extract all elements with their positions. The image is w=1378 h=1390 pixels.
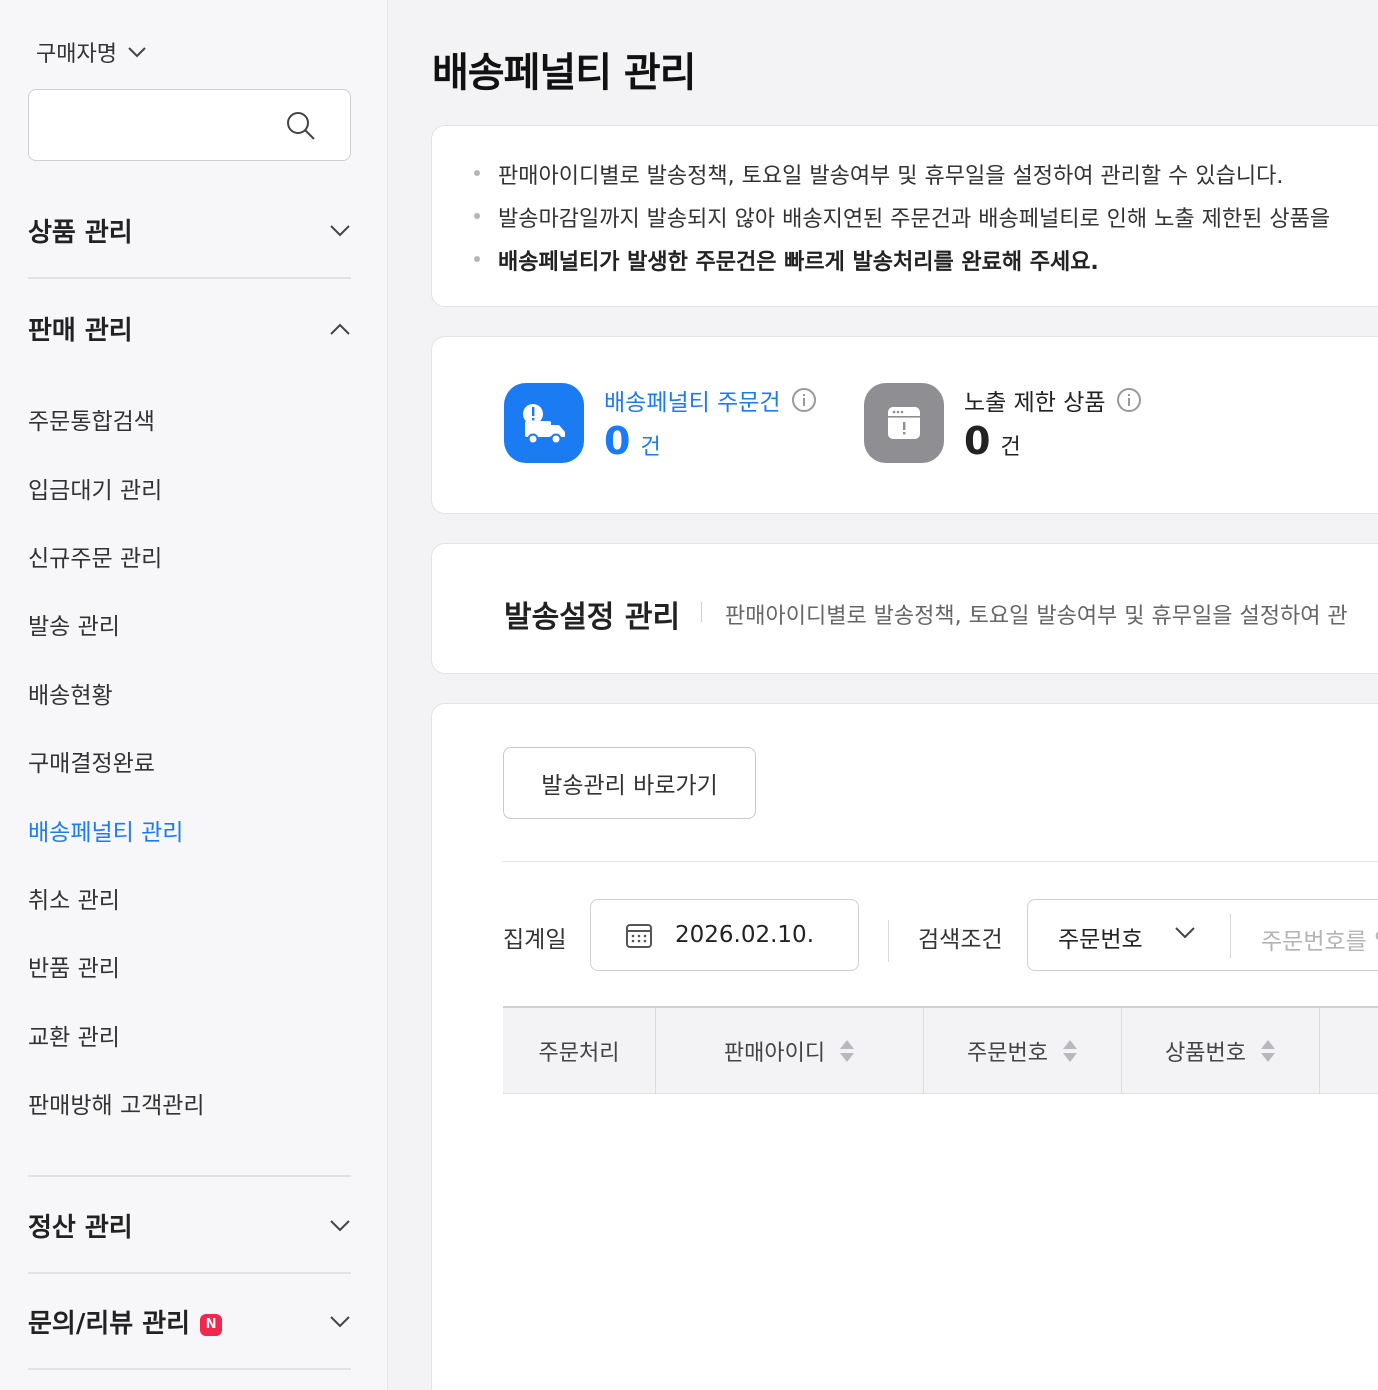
sidebar-section-sales[interactable]: 판매 관리 [28, 310, 351, 347]
sidebar-item-deposit-wait[interactable]: 입금대기 관리 [28, 471, 162, 505]
notice-card: 판매아이디별로 발송정책, 토요일 발송여부 및 휴무일을 설정하여 관리할 수… [431, 125, 1378, 307]
shipping-settings-card: 발송설정 관리 판매아이디별로 발송정책, 토요일 발송여부 및 휴무일을 설정… [431, 543, 1378, 674]
sidebar-item-exchange[interactable]: 교환 관리 [28, 1018, 120, 1052]
sidebar-divider [28, 1175, 351, 1177]
restricted-window-icon [864, 383, 944, 463]
order-number-input[interactable]: 주문번호를 입 [1261, 922, 1378, 956]
chevron-down-icon [128, 47, 146, 58]
stat-restricted-products[interactable]: 노출 제한 상품 0건 [864, 383, 1141, 463]
sidebar-section-label: 판매 관리 [28, 316, 133, 346]
condition-label: 검색조건 [918, 927, 1003, 953]
chevron-down-icon [330, 1219, 350, 1231]
column-label: 상품번호 [1165, 1041, 1246, 1066]
sidebar-section-label: 문의/리뷰 관리 [28, 1309, 191, 1339]
sidebar-section-label: 정산 관리 [28, 1213, 133, 1243]
sidebar-item-cancel[interactable]: 취소 관리 [28, 881, 120, 915]
select-separator [1230, 914, 1231, 958]
penalty-list-card: 발송관리 바로가기 집계일 2026.02.10. 검색조건 주문번호 주문번호… [431, 703, 1378, 1390]
search-condition-select[interactable]: 주문번호 [1058, 920, 1143, 954]
notice-item: 발송마감일까지 발송되지 않아 배송지연된 주문건과 배송페널티로 인해 노출 … [473, 201, 1330, 233]
sidebar-item-delivery-status[interactable]: 배송현황 [28, 676, 113, 710]
go-to-shipping-button[interactable]: 발송관리 바로가기 [503, 747, 756, 819]
sidebar-item-order-search[interactable]: 주문통합검색 [28, 402, 155, 436]
section-title: 발송설정 관리 [504, 600, 681, 635]
sort-icon[interactable] [1260, 1038, 1276, 1064]
search-icon[interactable] [286, 111, 316, 141]
chevron-down-icon [330, 1315, 350, 1327]
main-content: 배송페널티 관리 판매아이디별로 발송정책, 토요일 발송여부 및 휴무일을 설… [388, 0, 1378, 1390]
column-header-order-number[interactable]: 주문번호 [924, 1008, 1122, 1094]
sidebar-item-shipping[interactable]: 발송 관리 [28, 607, 120, 641]
delivery-truck-alert-icon [504, 383, 584, 463]
sidebar-divider [28, 1368, 351, 1370]
sidebar-search-input[interactable] [28, 89, 351, 161]
column-header-order-action: 주문처리 [503, 1008, 656, 1094]
table-header: 주문처리 판매아이디 주문번호 상품번호 [503, 1006, 1378, 1094]
new-badge: N [200, 1313, 223, 1336]
chevron-down-icon[interactable] [1174, 926, 1196, 940]
column-label: 주문번호 [967, 1041, 1048, 1066]
stats-card: 배송페널티 주문건 0건 노출 제한 상품 0 건 [431, 336, 1378, 514]
sidebar-section-settlement[interactable]: 정산 관리 [28, 1207, 351, 1244]
filter-separator [888, 920, 889, 962]
stat-label: 배송페널티 주문건 [604, 390, 781, 416]
sort-icon[interactable] [839, 1038, 855, 1064]
info-icon[interactable] [791, 387, 817, 413]
sidebar-section-inquiry-review[interactable]: 문의/리뷰 관리 N [28, 1303, 351, 1340]
column-header-seller-id[interactable]: 판매아이디 [656, 1008, 924, 1094]
date-value: 2026.02.10. [675, 922, 814, 948]
chevron-up-icon [330, 323, 350, 335]
title-separator [701, 602, 702, 622]
search-type-dropdown[interactable]: 구매자명 [36, 36, 147, 68]
sidebar-item-purchase-confirmed[interactable]: 구매결정완료 [28, 744, 155, 778]
sidebar-item-new-order[interactable]: 신규주문 관리 [28, 539, 162, 573]
stat-unit: 건 [1000, 435, 1021, 460]
sidebar-divider [28, 277, 351, 279]
stat-count: 0 [964, 419, 991, 463]
sidebar-item-delivery-penalty[interactable]: 배송페널티 관리 [28, 813, 183, 847]
sidebar-item-return[interactable]: 반품 관리 [28, 949, 120, 983]
date-picker[interactable]: 2026.02.10. [590, 899, 859, 971]
notice-item: 판매아이디별로 발송정책, 토요일 발송여부 및 휴무일을 설정하여 관리할 수… [473, 158, 1283, 190]
calendar-icon [626, 924, 652, 948]
date-label: 집계일 [503, 927, 567, 953]
page-title: 배송페널티 관리 [432, 50, 697, 96]
sidebar-section-label: 상품 관리 [28, 218, 133, 248]
search-type-label: 구매자명 [36, 42, 117, 67]
stat-label: 노출 제한 상품 [964, 390, 1106, 416]
section-description: 판매아이디별로 발송정책, 토요일 발송여부 및 휴무일을 설정하여 관 [725, 604, 1348, 629]
notice-item-important: 배송페널티가 발생한 주문건은 빠르게 발송처리를 완료해 주세요. [474, 244, 1099, 276]
info-icon[interactable] [1116, 387, 1142, 413]
sort-icon[interactable] [1062, 1038, 1078, 1064]
stat-count: 0 [604, 419, 631, 463]
search-condition-group: 주문번호 주문번호를 입 [1027, 899, 1378, 971]
sidebar-section-product[interactable]: 상품 관리 [28, 212, 351, 249]
sidebar: 구매자명 상품 관리 판매 관리 주문통합검색 입금대기 관리 신규주문 관리 … [0, 0, 388, 1390]
column-label: 판매아이디 [723, 1041, 826, 1066]
sidebar-item-blocked-customers[interactable]: 판매방해 고객관리 [28, 1086, 205, 1120]
column-header-product-number[interactable]: 상품번호 [1122, 1008, 1320, 1094]
chevron-down-icon [330, 224, 350, 236]
stat-unit: 건 [640, 435, 661, 460]
divider [503, 861, 1378, 862]
stat-penalty-orders[interactable]: 배송페널티 주문건 0건 [504, 383, 816, 463]
column-label: 주문처리 [538, 1041, 620, 1066]
sidebar-divider [28, 1272, 351, 1274]
